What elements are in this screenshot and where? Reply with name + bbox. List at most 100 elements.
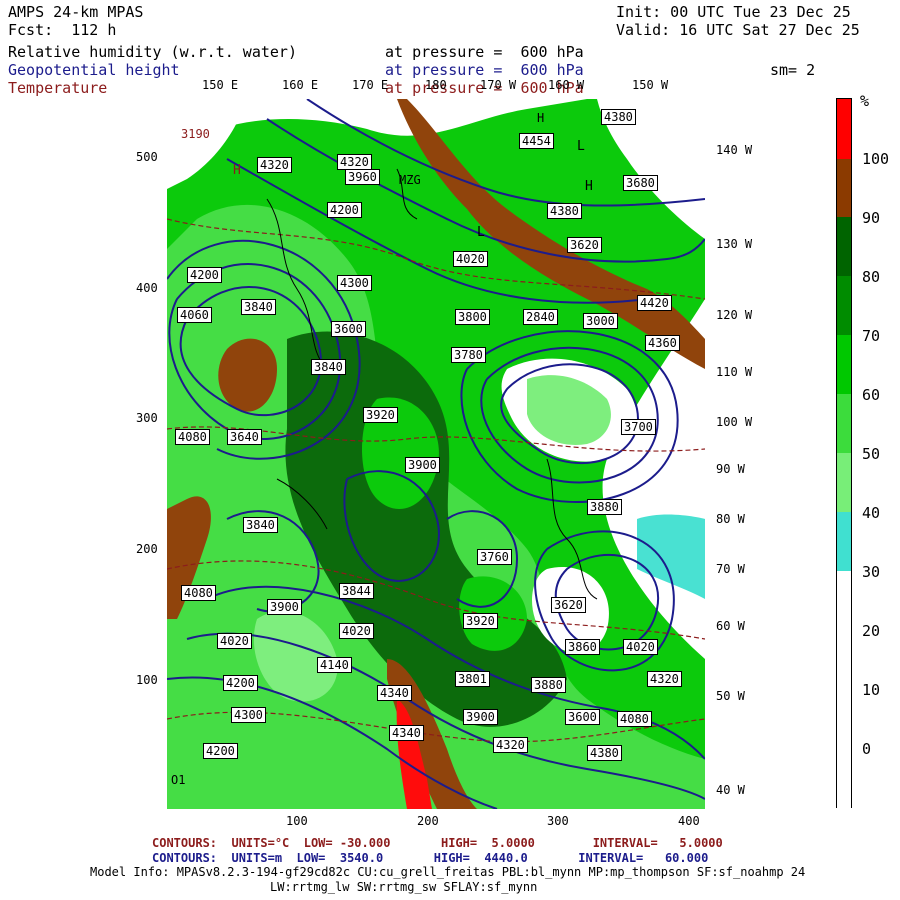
height-label: 4020 <box>339 623 374 639</box>
height-label: 3900 <box>405 457 440 473</box>
lon-top-label: 170 W <box>480 78 517 92</box>
lon-right-label: 40 W <box>716 783 745 797</box>
height-label: 4020 <box>217 633 252 649</box>
height-label: 3680 <box>623 175 658 191</box>
height-label: 4300 <box>337 275 372 291</box>
colorbar-segment <box>837 276 851 335</box>
colorbar-label: 100 <box>862 150 890 168</box>
model-title: AMPS 24-km MPAS <box>8 3 144 21</box>
x-tick-label: 200 <box>417 814 439 828</box>
region-label: H <box>585 179 593 194</box>
colorbar-segment <box>837 217 851 276</box>
lon-top-label: 180 <box>425 78 447 92</box>
height-label: 4340 <box>377 685 412 701</box>
colorbar-segment <box>837 394 851 453</box>
height-label: 3900 <box>267 599 302 615</box>
height-label: 4200 <box>203 743 238 759</box>
lon-right-label: 70 W <box>716 562 745 576</box>
colorbar-label: 90 <box>862 209 881 227</box>
height-label: 4080 <box>181 585 216 601</box>
lon-right-label: 110 W <box>716 365 753 379</box>
valid-time: Valid: 16 UTC Sat 27 Dec 25 <box>616 21 860 39</box>
colorbar-segment <box>837 159 851 217</box>
height-label: 4454 <box>519 133 554 149</box>
colorbar-label: 0 <box>862 740 872 758</box>
height-label: 4080 <box>617 711 652 727</box>
lon-top-label: 150 W <box>632 78 669 92</box>
height-label: 3900 <box>463 709 498 725</box>
y-tick-label: 400 <box>136 281 158 295</box>
height-label: 3880 <box>531 677 566 693</box>
colorbar-segment <box>837 512 851 571</box>
height-label: 2840 <box>523 309 558 325</box>
colorbar-label: 20 <box>862 622 881 640</box>
height-label: 4320 <box>647 671 682 687</box>
height-label: 4380 <box>587 745 622 761</box>
lon-right-label: 140 W <box>716 143 753 157</box>
region-label: L <box>577 139 585 154</box>
height-label: 4420 <box>637 295 672 311</box>
region-label: MZG <box>399 173 421 187</box>
forecast-hour: Fcst: 112 h <box>8 21 117 39</box>
lon-top-label: 170 E <box>352 78 389 92</box>
height-label: 4360 <box>645 335 680 351</box>
lon-right-label: 90 W <box>716 462 745 476</box>
x-tick-label: 400 <box>678 814 700 828</box>
height-label: 4020 <box>623 639 658 655</box>
colorbar-segment <box>837 571 851 809</box>
x-tick-label: 100 <box>286 814 308 828</box>
height-label: 3844 <box>339 583 374 599</box>
height-label: 3801 <box>455 671 490 687</box>
height-label: 4320 <box>257 157 292 173</box>
lon-top-label: 160 W <box>548 78 585 92</box>
height-label: 3920 <box>463 613 498 629</box>
height-label: 3620 <box>567 237 602 253</box>
height-label: 4320 <box>493 737 528 753</box>
height-label: 3840 <box>241 299 276 315</box>
lon-right-label: 80 W <box>716 512 745 526</box>
model-info-continued: LW:rrtmg_lw SW:rrtmg_sw SFLAY:sf_mynn <box>270 880 538 894</box>
model-info: Model Info: MPASv8.2.3-194-gf29cd82c CU:… <box>90 865 806 879</box>
height-label: 3960 <box>345 169 380 185</box>
height-label: 4300 <box>231 707 266 723</box>
init-time: Init: 00 UTC Tue 23 Dec 25 <box>616 3 851 21</box>
lon-right-label: 120 W <box>716 308 753 322</box>
height-label: 4200 <box>223 675 258 691</box>
forecast-map[interactable]: 3190 4320 4320 3960 4200 H 4454 4380 438… <box>167 99 705 809</box>
colorbar-segment <box>837 99 851 159</box>
temperature-contour-legend: CONTOURS: UNITS=°C LOW= -30.000 HIGH= 5.… <box>152 836 723 850</box>
map-canvas <box>167 99 705 809</box>
colorbar-segment <box>837 453 851 512</box>
field-rh-name: Relative humidity (w.r.t. water) <box>8 43 297 61</box>
height-label: 3600 <box>565 709 600 725</box>
smoothing-label: sm= 2 <box>770 61 816 79</box>
y-tick-label: 300 <box>136 411 158 425</box>
field-height-name: Geopotential height <box>8 61 180 79</box>
lon-top-label: 160 E <box>282 78 319 92</box>
region-label: O1 <box>171 773 186 787</box>
colorbar-label: 40 <box>862 504 881 522</box>
lon-top-label: 150 E <box>202 78 239 92</box>
colorbar-label: 30 <box>862 563 881 581</box>
humidity-colorbar <box>836 98 852 809</box>
height-label: 3600 <box>331 321 366 337</box>
region-label: L <box>477 225 485 240</box>
height-label: 3190 <box>181 127 210 141</box>
lon-right-label: 130 W <box>716 237 753 251</box>
height-label: 3640 <box>227 429 262 445</box>
colorbar-label: 80 <box>862 268 881 286</box>
colorbar-label: 10 <box>862 681 881 699</box>
height-label: H <box>537 111 545 125</box>
field-rh-level: at pressure = 600 hPa <box>385 43 584 61</box>
height-label: 4200 <box>187 267 222 283</box>
height-label: 3620 <box>551 597 586 613</box>
colorbar-segment <box>837 335 851 394</box>
colorbar-label: 50 <box>862 445 881 463</box>
height-label: 4380 <box>547 203 582 219</box>
height-label: 4200 <box>327 202 362 218</box>
colorbar-label: 70 <box>862 327 881 345</box>
height-label: 3860 <box>565 639 600 655</box>
height-label: 3880 <box>587 499 622 515</box>
lon-right-label: 50 W <box>716 689 745 703</box>
height-label: 4380 <box>601 109 636 125</box>
